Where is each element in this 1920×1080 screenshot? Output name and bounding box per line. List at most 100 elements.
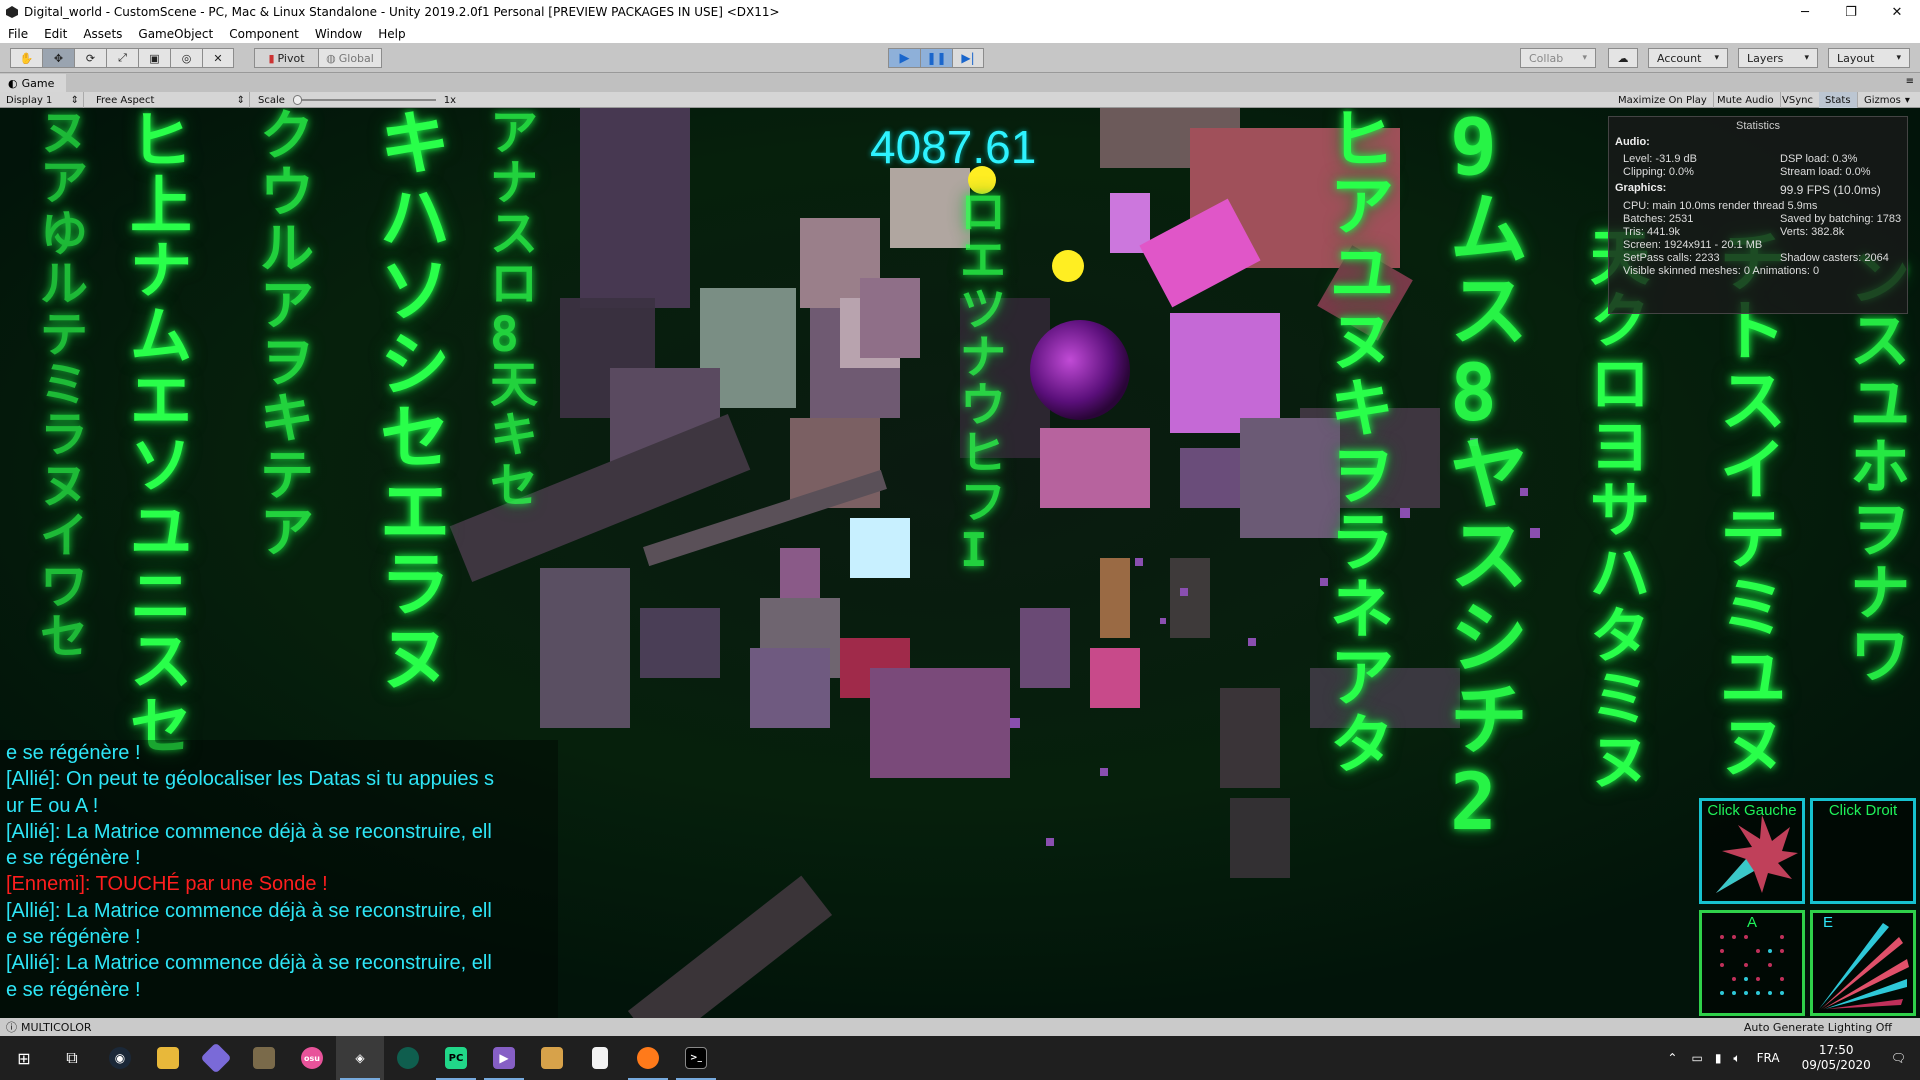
collab-dropdown[interactable]: Collab [1520,48,1596,68]
collab-group: Collab [1520,48,1596,68]
cpu-readout: CPU: main 10.0ms render thread 5.9ms [1623,200,1818,212]
game-viewport[interactable]: ヌ ア ゆ ル テ ミ ラ ヌ イ ワ セ ヒ 上 ナ ム エ ソ ユ ニ ス … [0,108,1920,1018]
close-button[interactable]: ✕ [1874,0,1920,24]
layout-label: Layout [1837,51,1875,65]
git-icon[interactable] [192,1036,240,1080]
app-icon[interactable] [240,1036,288,1080]
matrix-column: 9 ム ス 8 ヤ ス シ チ 2 [1450,108,1529,849]
tray-expand-icon[interactable]: ⌃ [1667,1051,1677,1065]
vsync-toggle[interactable]: VSync [1776,92,1820,108]
move-tool-icon[interactable]: ✥ [42,48,74,68]
account-dropdown[interactable]: Account [1648,48,1728,68]
stream-load: Stream load: 0.0% [1780,166,1871,178]
maximize-on-play-toggle[interactable]: Maximize On Play [1612,92,1714,108]
rotate-tool-icon[interactable]: ⟳ [74,48,106,68]
play-icon: ▶ [899,50,910,66]
main-toolbar: ✋ ✥ ⟳ ⤢ ▣ ◎ ✕ ▮ Pivot ◍ Global ▶ ❚❚ ▶| Col… [0,43,1920,73]
stats-toggle[interactable]: Stats [1819,92,1858,108]
layout-dropdown[interactable]: Layout [1828,48,1910,68]
gizmos-dropdown[interactable]: Gizmos ▾ [1858,92,1916,108]
scale-slider-thumb[interactable] [292,95,302,105]
visual-studio-icon[interactable]: ▶ [480,1036,528,1080]
maximize-on-play-label: Maximize On Play [1618,94,1707,106]
audio-header: Audio: [1615,136,1650,148]
chat-message: [Allié]: La Matrice commence déjà à se r… [6,952,492,975]
chat-message: ur E ou A ! [6,794,99,817]
rect-tool-icon[interactable]: ▣ [138,48,170,68]
menu-edit[interactable]: Edit [36,27,75,41]
hand-tool-icon[interactable]: ✋ [10,48,42,68]
menu-assets[interactable]: Assets [75,27,130,41]
aspect-dropdown[interactable]: Free Aspect ⇕ [90,92,250,108]
verts-readout: Verts: 382.8k [1780,226,1845,238]
layers-label: Layers [1747,51,1784,65]
unity-taskbar-icon[interactable]: ◈ [336,1036,384,1080]
language-indicator[interactable]: FRA [1757,1051,1780,1065]
matrix-column: キ ハ ソ シ セ エ ラ ヌ [380,108,450,700]
cloud-group: ☁ [1608,48,1638,68]
matrix-column: ロ エ ツ ナ ウ ヒ フ I [960,185,1006,578]
global-button[interactable]: ◍ Global [318,48,382,68]
graphics-header: Graphics: [1615,182,1667,194]
minimize-button[interactable]: ─ [1782,0,1828,24]
fps-readout: 99.9 FPS (10.0ms) [1780,183,1881,197]
file-explorer-icon[interactable] [144,1036,192,1080]
menu-help[interactable]: Help [370,27,413,41]
matrix-column: ク ウ ル ア ヲ キ テ ア [260,108,314,564]
layers-dropdown[interactable]: Layers [1738,48,1818,68]
menu-file[interactable]: File [0,27,36,41]
lighting-status: Auto Generate Lighting Off [1743,1020,1892,1034]
step-button[interactable]: ▶| [952,48,984,68]
battery-icon[interactable]: ▮ [1715,1051,1722,1065]
firefox-icon[interactable] [624,1036,672,1080]
pivot-button[interactable]: ▮ Pivot [254,48,318,68]
steam-icon[interactable]: ◉ [96,1036,144,1080]
mute-audio-label: Mute Audio [1717,94,1774,106]
notifications-icon[interactable]: 🗨︎ [1891,1051,1906,1065]
matrix-column: ア ナ ス ロ 8 天 キ セ [490,108,539,514]
chat-log: e se régénère ! [Allié]: On peut te géol… [0,740,558,1018]
custom-tool-icon[interactable]: ✕ [202,48,234,68]
file-icon[interactable] [576,1036,624,1080]
menu-component[interactable]: Component [221,27,307,41]
windows-taskbar: ⊞ ⧉ ◉ osu ◈ PC ▶ >_ ⌃ ▭ ▮ 🔈︎ FRA 17:50 0… [0,1036,1920,1080]
menu-window[interactable]: Window [307,27,370,41]
pause-button[interactable]: ❚❚ [920,48,952,68]
menu-gameobject[interactable]: GameObject [130,27,221,41]
gizmos-arrow-icon: ▾ [1904,94,1910,106]
display-dropdown[interactable]: Display 1 ⇕ [0,92,84,108]
panel-menu-icon[interactable]: ≡ [1906,76,1914,87]
step-icon: ▶| [961,51,975,65]
windows-start-icon[interactable]: ⊞ [0,1036,48,1080]
layout-group: Layout [1828,48,1910,68]
system-tray: ⌃ ▭ ▮ 🔈︎ FRA 17:50 09/05/2020 🗨︎ [1659,1036,1920,1080]
gitkraken-icon[interactable] [384,1036,432,1080]
network-icon[interactable]: ▭ [1691,1051,1702,1065]
score-display: 4087.61 [870,121,1037,173]
dsp-load: DSP load: 0.3% [1780,153,1858,165]
maximize-button[interactable]: ❐ [1828,0,1874,24]
scale-tool-icon[interactable]: ⤢ [106,48,138,68]
aspect-arrow-icon: ⇕ [236,94,245,106]
global-icon: ◍ [326,51,336,65]
osu-icon[interactable]: osu [288,1036,336,1080]
pycharm-icon[interactable]: PC [432,1036,480,1080]
matrix-column: ヒ 上 ナ ム エ ソ ユ ニ ス セ [130,108,193,763]
terminal-icon[interactable]: >_ [672,1036,720,1080]
scale-slider[interactable] [292,95,436,105]
mute-audio-toggle[interactable]: Mute Audio [1711,92,1781,108]
editor-status-bar: ⓘ MULTICOLOR Auto Generate Lighting Off [0,1018,1920,1036]
game-tab-icon: ◐ [8,76,18,90]
cloud-icon[interactable]: ☁ [1608,48,1638,68]
volume-icon[interactable]: 🔈︎ [1733,1051,1740,1066]
play-button[interactable]: ▶ [888,48,920,68]
batches-readout: Batches: 2531 [1623,213,1694,225]
task-view-icon[interactable]: ⧉ [48,1036,96,1080]
window-title-bar: Digital_world - CustomScene - PC, Mac & … [0,0,1920,24]
clock[interactable]: 17:50 09/05/2020 [1802,1043,1871,1073]
tab-game[interactable]: ◐ Game [0,74,67,92]
chat-message: e se régénère ! [6,926,141,949]
transform-tool-icon[interactable]: ◎ [170,48,202,68]
status-message[interactable]: MULTICOLOR [21,1021,92,1034]
notebook-icon[interactable] [528,1036,576,1080]
